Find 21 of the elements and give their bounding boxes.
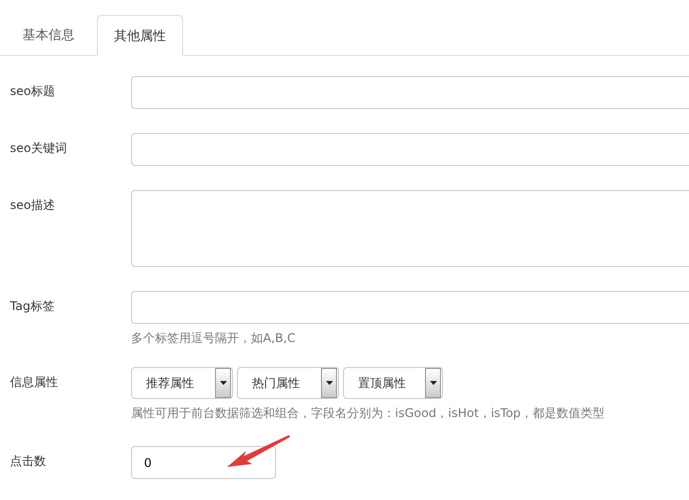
field-label: seo关键词 [9, 140, 68, 157]
field-label: 信息属性 [9, 374, 59, 391]
input-field[interactable] [131, 291, 689, 324]
number-field[interactable]: 0 [131, 446, 276, 479]
tab[interactable]: 基本信息 [0, 15, 97, 55]
caret-icon [326, 381, 332, 385]
field-label: Tag标签 [9, 298, 56, 315]
tab[interactable]: 其他属性 [97, 15, 183, 56]
caret-icon [430, 381, 436, 385]
select-dropdown[interactable]: 热门属性 [237, 367, 339, 399]
help-text: 属性可用于前台数据筛选和组合，字段名分别为：isGood，isHot，isTop，都是数值类型 [131, 405, 606, 422]
caret-icon [220, 381, 226, 385]
input-field[interactable] [131, 76, 689, 109]
input-field[interactable] [131, 133, 689, 166]
select-dropdown[interactable]: 推荐属性 [131, 367, 233, 399]
field-label: seo描述 [9, 197, 56, 214]
select-dropdown[interactable]: 置顶属性 [343, 367, 443, 399]
field-label: seo标题 [9, 83, 56, 100]
help-text: 多个标签用逗号隔开，如A,B,C [131, 330, 296, 347]
text-area[interactable] [131, 190, 689, 267]
field-label: 点击数 [9, 453, 47, 470]
